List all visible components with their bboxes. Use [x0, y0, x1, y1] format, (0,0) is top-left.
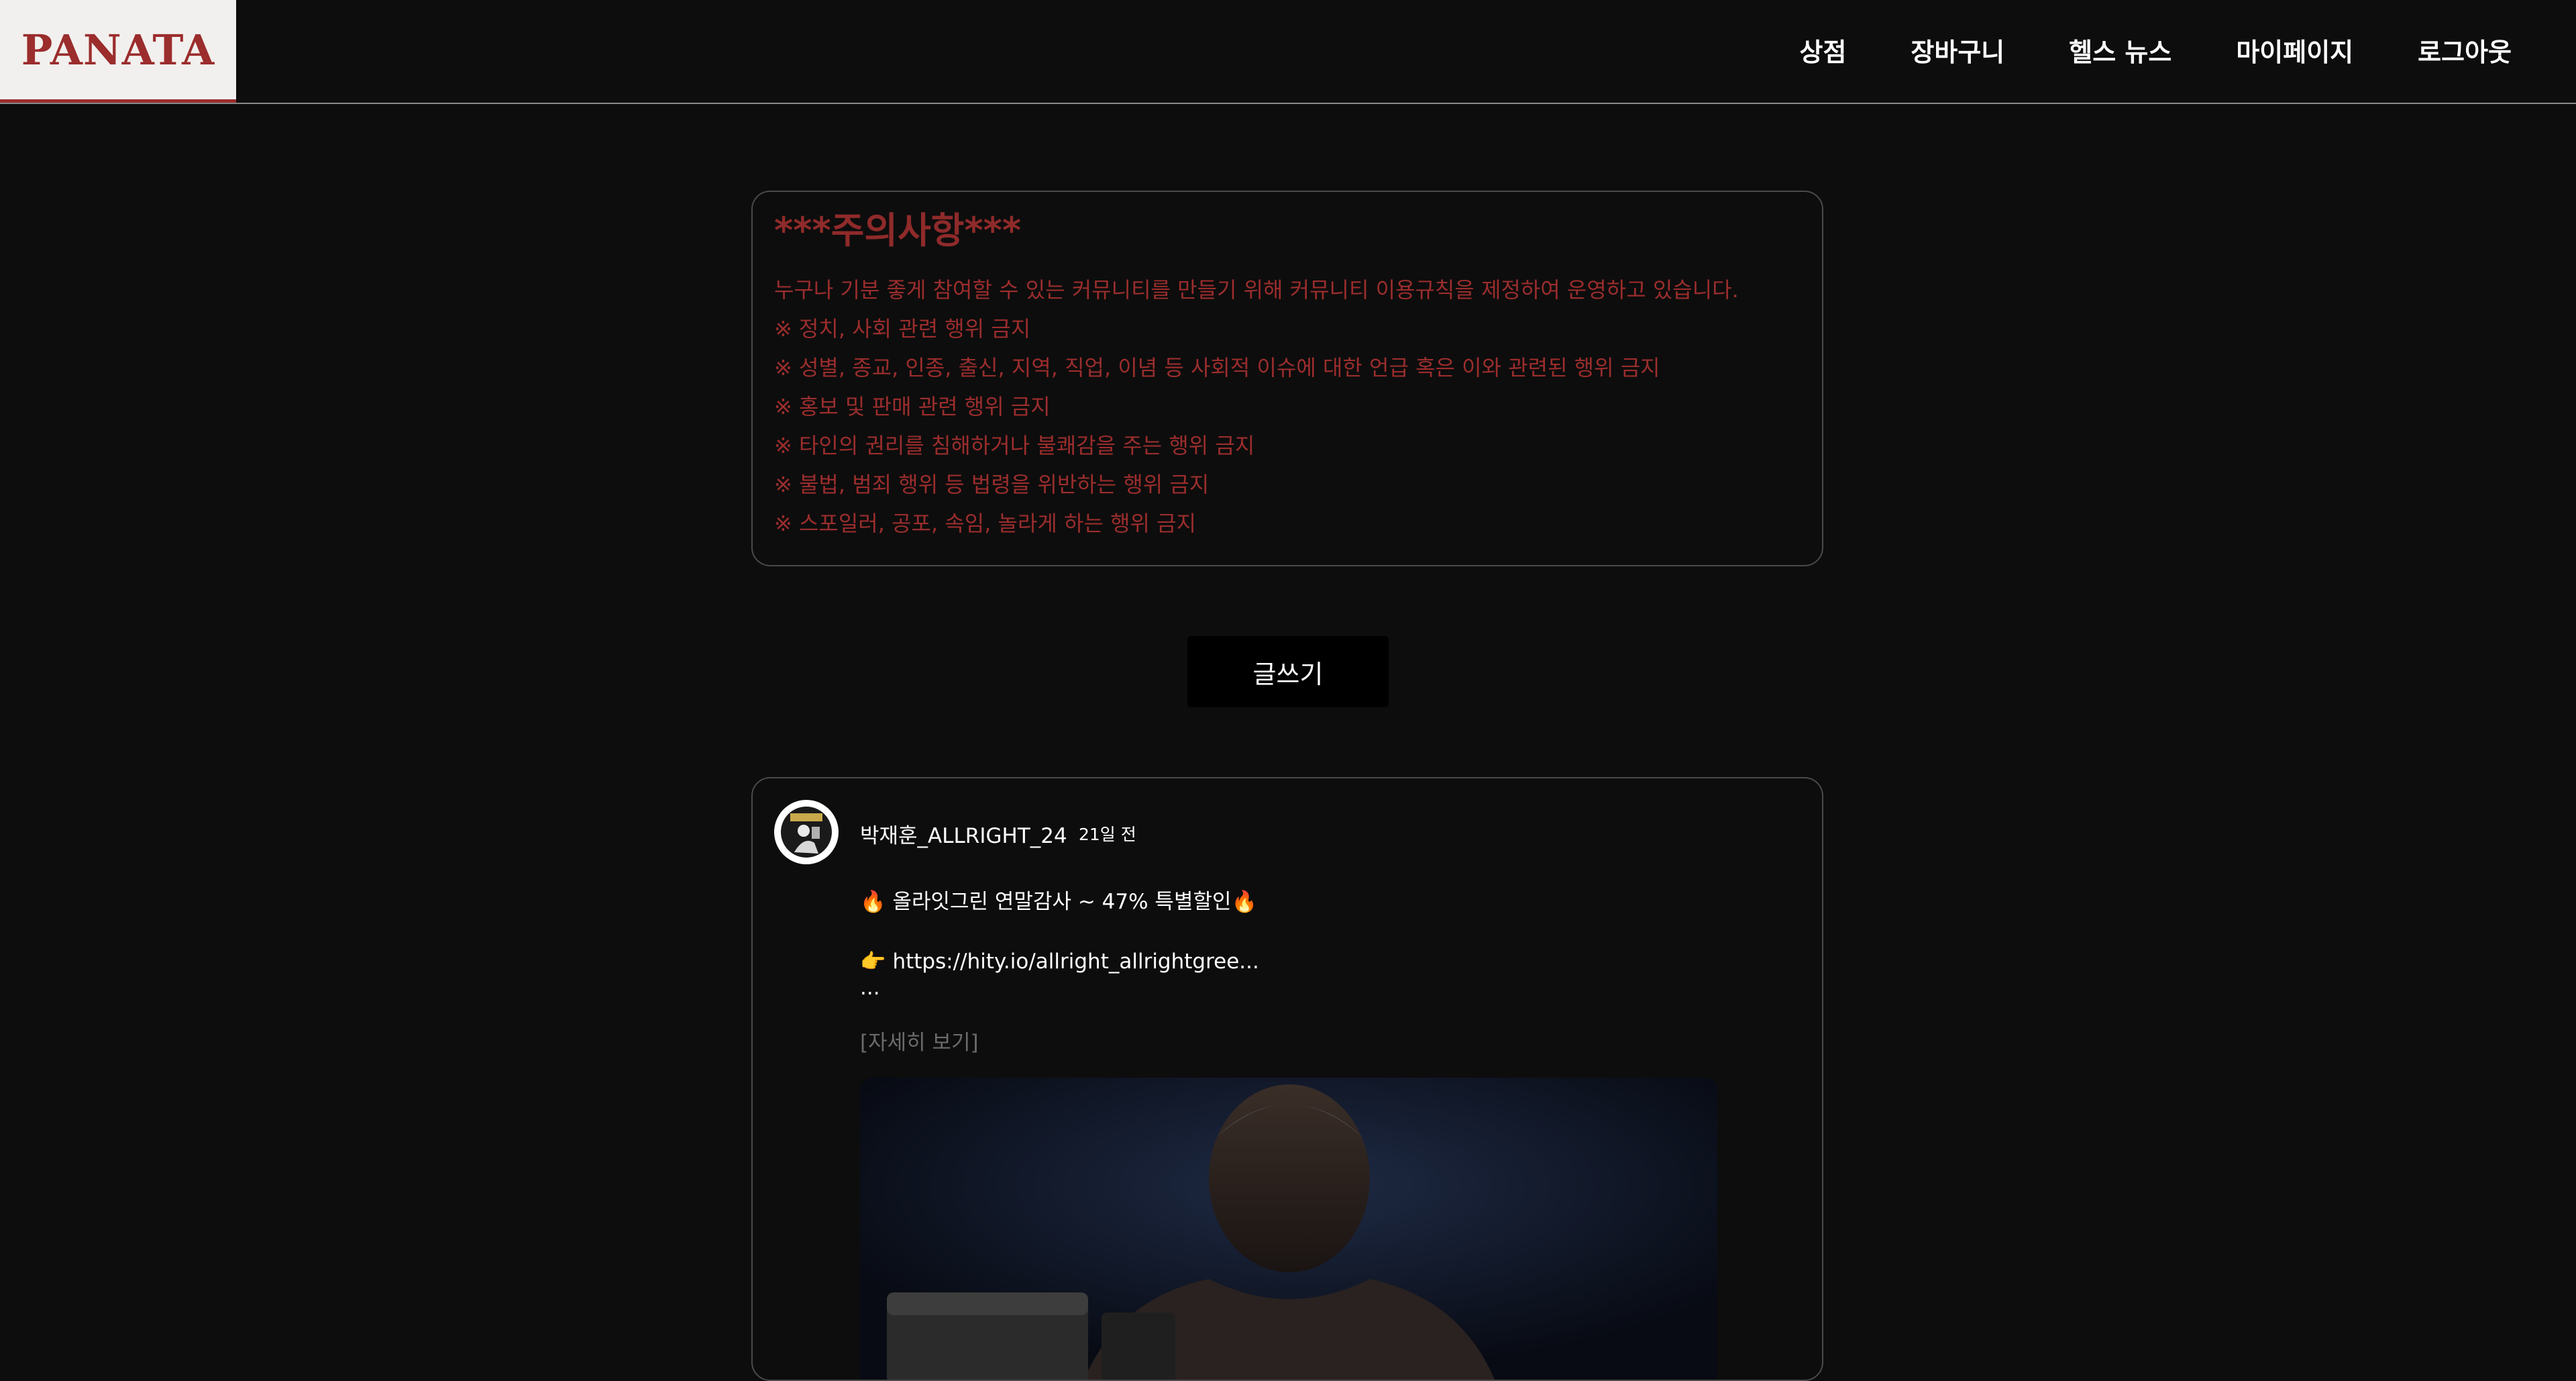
notice-rule: ※ 정치, 사회 관련 행위 금지	[774, 315, 1031, 342]
notice-rule: ※ 홍보 및 판매 관련 행위 금지	[774, 393, 1051, 419]
nav-item-mypage[interactable]: 마이페이지	[2236, 32, 2353, 68]
nav-item-health-news[interactable]: 헬스 뉴스	[2069, 32, 2171, 68]
notice-title: ***주의사항***	[774, 209, 1022, 252]
notice-rule: ※ 타인의 권리를 침해하거나 불쾌감을 주는 행위 금지	[774, 432, 1255, 458]
logo-text: PANATA	[21, 25, 215, 74]
post-card: 박재훈_ALLRIGHT_24 21일 전 🔥 올라잇그린 연말감사 ~ 47%…	[751, 777, 1823, 1381]
nav-item-cart[interactable]: 장바구니	[1911, 32, 2004, 68]
nav-item-logout[interactable]: 로그아웃	[2418, 32, 2512, 68]
notice-intro: 누구나 기분 좋게 참여할 수 있는 커뮤니티를 만들기 위해 커뮤니티 이용규…	[774, 276, 1739, 303]
post-timestamp: 21일 전	[1079, 825, 1136, 844]
post-body-line: 🔥 올라잇그린 연말감사 ~ 47% 특별할인🔥	[860, 890, 1258, 914]
notice-rule: ※ 스포일러, 공포, 속임, 놀라게 하는 행위 금지	[774, 510, 1197, 536]
logo[interactable]: PANATA	[0, 0, 236, 103]
post-username[interactable]: 박재훈_ALLRIGHT_24	[860, 819, 1067, 849]
write-post-button[interactable]: 글쓰기	[1187, 636, 1389, 707]
top-header: PANATA 상점 장바구니 헬스 뉴스 마이페이지 로그아웃	[0, 0, 2576, 104]
post-image[interactable]	[860, 1078, 1717, 1380]
avatar-image	[777, 803, 836, 862]
notice-rule: ※ 성별, 종교, 인종, 출신, 지역, 직업, 이념 등 사회적 이슈에 대…	[774, 354, 1660, 380]
post-body-ellipsis: ...	[860, 976, 880, 1000]
main-nav: 상점 장바구니 헬스 뉴스 마이페이지 로그아웃	[1800, 0, 2512, 99]
community-rules-notice: ***주의사항*** 누구나 기분 좋게 참여할 수 있는 커뮤니티를 만들기 …	[751, 191, 1823, 566]
post-body-link[interactable]: 👉 https://hity.io/allright_allrightgree.…	[860, 949, 1259, 974]
notice-rule: ※ 불법, 범죄 행위 등 법령을 위반하는 행위 금지	[774, 471, 1210, 497]
nav-item-shop[interactable]: 상점	[1800, 32, 1847, 68]
post-photo	[860, 1078, 1717, 1380]
read-more-link[interactable]: [자세히 보기]	[860, 1025, 979, 1056]
avatar[interactable]	[774, 800, 839, 864]
